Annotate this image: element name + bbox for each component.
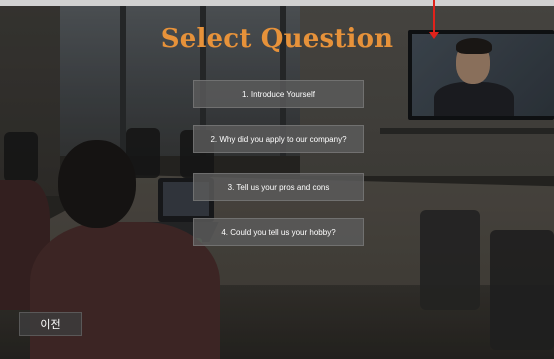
question-button-4[interactable]: 4. Could you tell us your hobby? — [193, 218, 364, 246]
question-button-2[interactable]: 2. Why did you apply to our company? — [193, 125, 364, 153]
back-button[interactable]: 이전 — [19, 312, 82, 336]
page-title: Select Question — [160, 24, 394, 54]
question-button-1[interactable]: 1. Introduce Yourself — [193, 80, 364, 108]
question-button-3[interactable]: 3. Tell us your pros and cons — [193, 173, 364, 201]
